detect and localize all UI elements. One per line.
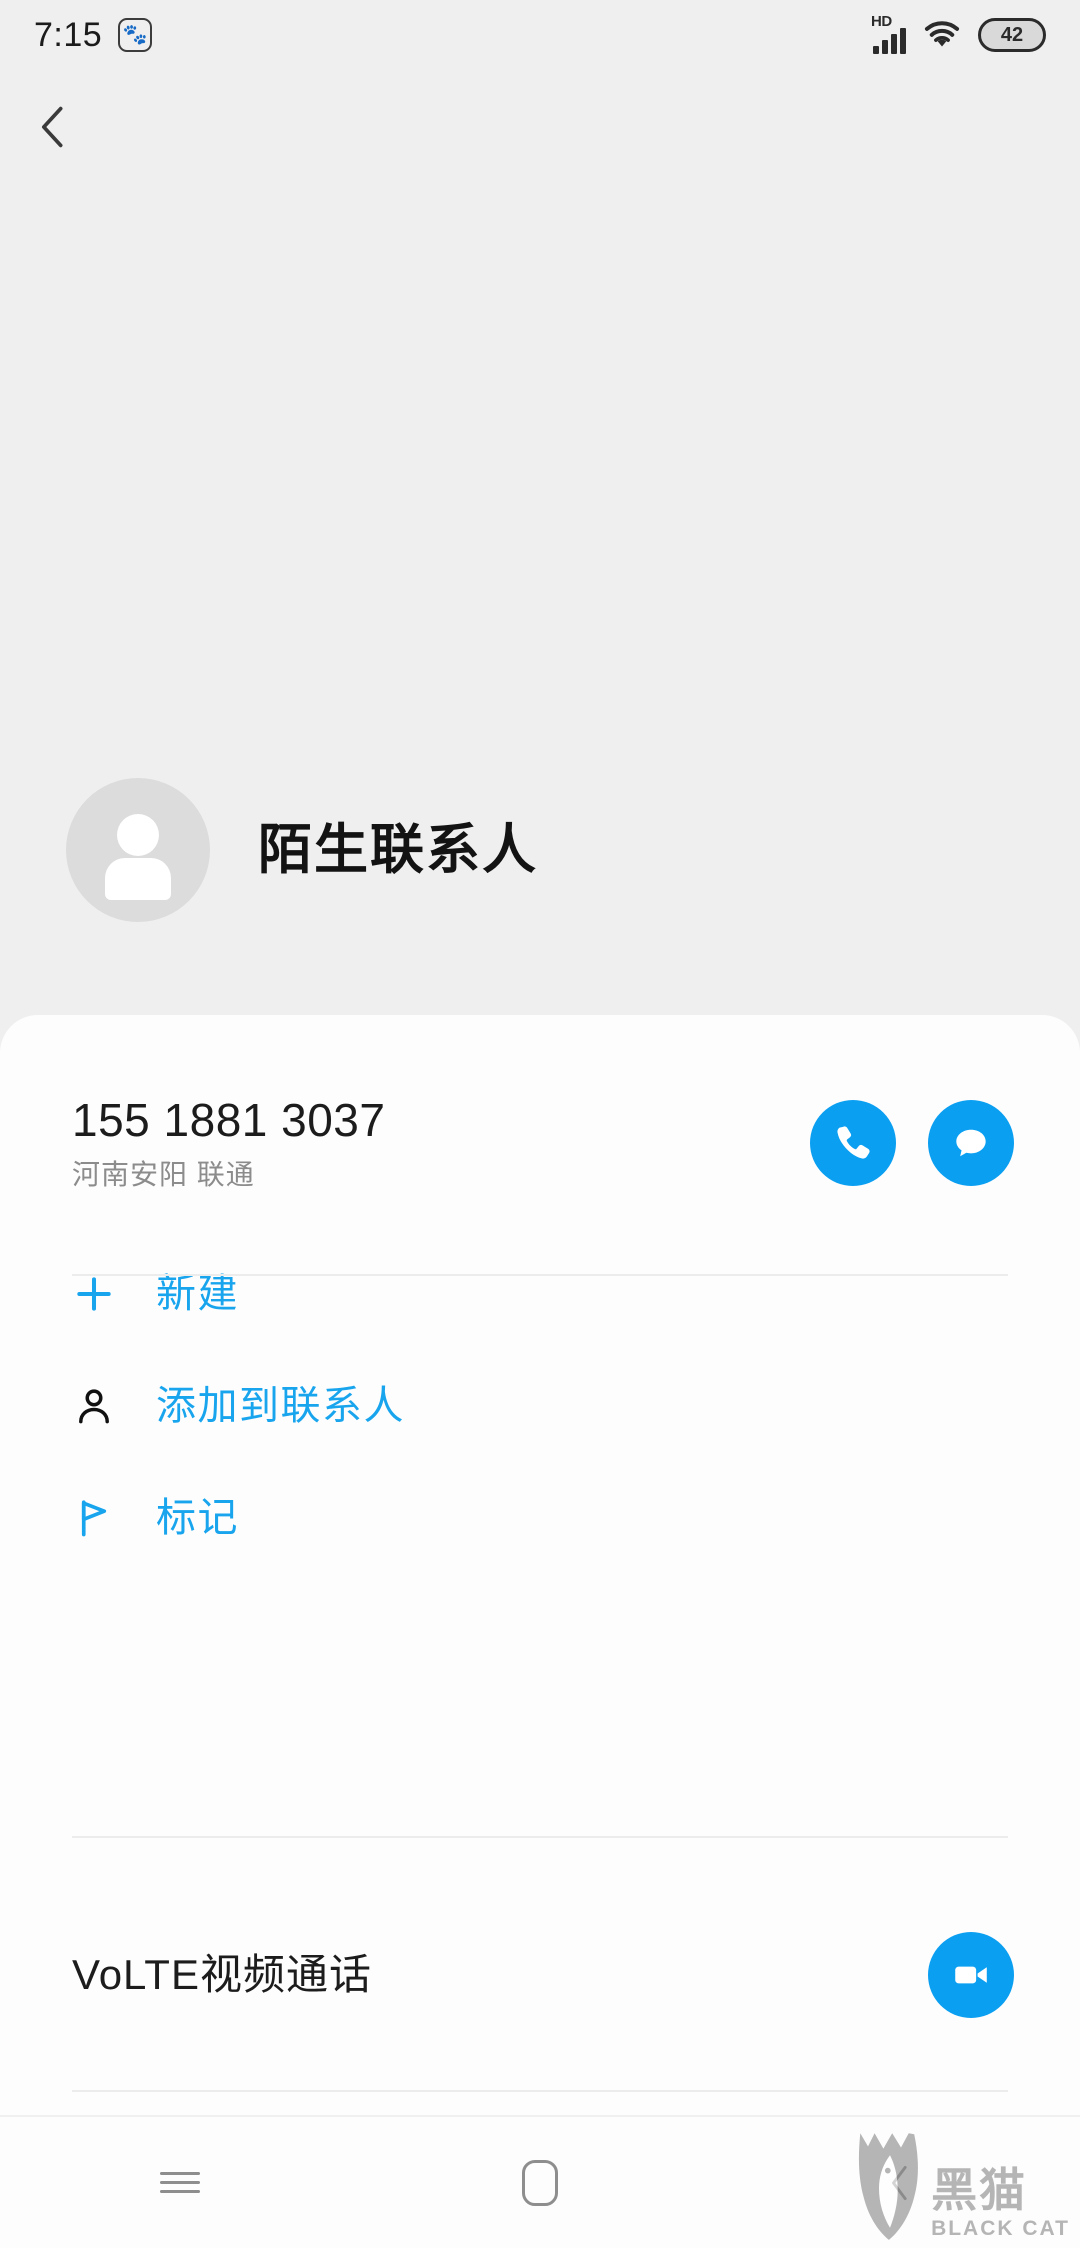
divider-top (72, 1274, 1008, 1276)
action-item-mark[interactable]: 标记 (0, 1462, 1080, 1574)
phone-icon (837, 1126, 870, 1159)
action-list: 新建 添加到联系人 标记 (0, 1190, 1080, 1574)
wifi-icon (924, 21, 960, 47)
phone-info[interactable]: 155 1881 3037 河南安阳 联通 (72, 1095, 810, 1190)
watermark-text: 黑猫 BLACK CAT (931, 2166, 1070, 2242)
signal-bars-icon: HD (871, 13, 906, 54)
volte-label: VoLTE视频通话 (72, 1951, 372, 1998)
status-time: 7:15 (34, 16, 103, 54)
watermark-cn: 黑猫 (931, 2164, 1028, 2217)
battery-level: 42 (1000, 24, 1024, 46)
phone-row: 155 1881 3037 河南安阳 联通 (0, 1015, 1080, 1190)
action-label-new: 新建 (156, 1272, 239, 1317)
plus-icon (72, 1272, 128, 1316)
back-button[interactable] (8, 82, 98, 172)
divider-bottom (72, 2090, 1008, 2092)
watermark-en: BLACK CAT (931, 2216, 1070, 2240)
black-cat-logo-icon (858, 2133, 918, 2240)
phone-action-buttons (810, 1099, 1014, 1186)
video-call-button[interactable] (928, 1932, 1014, 2018)
divider-middle (72, 1836, 1008, 1838)
status-bar-right: HD 42 (871, 13, 1046, 54)
chevron-left-icon (41, 106, 63, 148)
avatar (66, 778, 210, 922)
status-bar: 7:15 🐾 HD 42 (0, 0, 1080, 70)
detail-card: 155 1881 3037 河南安阳 联通 新建 添加到联系人 标记 VoLTE… (0, 1015, 1080, 2115)
person-placeholder-icon (117, 814, 159, 856)
contact-header: 陌生联系人 (0, 760, 1080, 940)
menu-hamburger-icon (160, 2166, 200, 2199)
action-item-add-contact[interactable]: 添加到联系人 (0, 1350, 1080, 1462)
signal-bars (873, 28, 906, 54)
phone-number: 155 1881 3037 (72, 1094, 386, 1146)
action-label-add-contact: 添加到联系人 (156, 1384, 405, 1429)
person-outline-icon (72, 1384, 128, 1428)
phone-screen: 7:15 🐾 HD 42 陌生联系人 155 1881 3037 河南安阳 联通… (0, 0, 1080, 2248)
phone-carrier: 河南安阳 联通 (72, 1158, 255, 1190)
video-camera-icon (955, 1966, 987, 1984)
call-button[interactable] (810, 1099, 896, 1186)
home-square-icon (522, 2159, 558, 2206)
message-bubble-icon (956, 1129, 986, 1156)
watermark: 黑猫 BLACK CAT (857, 2130, 1070, 2242)
message-button[interactable] (928, 1099, 1014, 1186)
nav-home-button[interactable] (360, 2116, 720, 2248)
volte-video-call-row[interactable]: VoLTE视频通话 (0, 1895, 1080, 2055)
action-item-new[interactable]: 新建 (0, 1238, 1080, 1350)
baidu-paw-icon: 🐾 (118, 18, 153, 52)
action-label-mark: 标记 (156, 1496, 239, 1541)
flag-icon (72, 1496, 128, 1540)
battery-indicator: 42 (978, 18, 1046, 52)
status-bar-left: 7:15 🐾 (34, 16, 153, 54)
hd-network-label: HD (871, 13, 892, 30)
contact-name: 陌生联系人 (258, 820, 538, 880)
nav-menu-button[interactable] (0, 2116, 360, 2248)
